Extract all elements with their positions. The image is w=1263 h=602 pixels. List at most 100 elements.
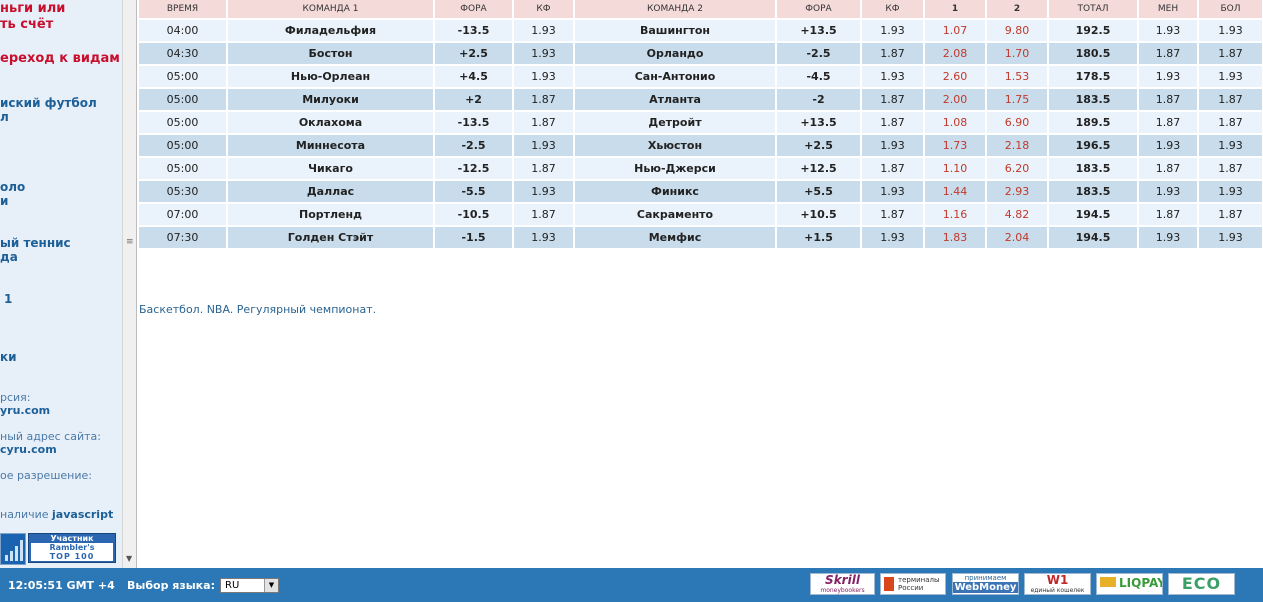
cell-win2[interactable]: 6.20 (986, 157, 1049, 181)
sidebar-item-formula-1[interactable]: 1 (4, 292, 12, 306)
cell-win2[interactable]: 2.18 (986, 134, 1049, 158)
cell-coef1[interactable]: 1.93 (513, 19, 575, 43)
cell-over[interactable]: 1.93 (1198, 134, 1263, 158)
cell-over[interactable]: 1.87 (1198, 111, 1263, 135)
payment-liqpay-logo[interactable]: LIQPAY (1096, 573, 1163, 595)
cell-handicap1[interactable]: +2 (434, 88, 514, 112)
sidebar-item-american-football[interactable]: иский футбол (0, 96, 97, 110)
cell-handicap2[interactable]: +2.5 (776, 134, 862, 158)
cell-under[interactable]: 1.93 (1138, 180, 1199, 204)
cell-handicap1[interactable]: -10.5 (434, 203, 514, 227)
cell-over[interactable]: 1.93 (1198, 65, 1263, 89)
cell-coef2[interactable]: 1.87 (861, 42, 925, 66)
sidebar-scrollbar[interactable]: ≡ ▼ (122, 0, 137, 568)
cell-win1[interactable]: 1.07 (924, 19, 987, 43)
cell-under[interactable]: 1.87 (1138, 88, 1199, 112)
cell-coef1[interactable]: 1.93 (513, 65, 575, 89)
payment-w1-logo[interactable]: W1 единый кошелек (1024, 573, 1091, 595)
cell-handicap2[interactable]: +5.5 (776, 180, 862, 204)
sidebar-item-table-tennis[interactable]: ый теннис (0, 236, 71, 250)
payment-terminals-logo[interactable]: терминалы России (880, 573, 946, 595)
cell-over[interactable]: 1.93 (1198, 180, 1263, 204)
payment-webmoney-logo[interactable]: принимаем WebMoney (952, 573, 1019, 595)
sidebar-link-deposit-2[interactable]: ть счёт (0, 18, 53, 32)
cell-win1[interactable]: 2.00 (924, 88, 987, 112)
cell-coef2[interactable]: 1.93 (861, 134, 925, 158)
cell-win1[interactable]: 1.83 (924, 226, 987, 250)
sidebar-link-deposit[interactable]: ньги или (0, 2, 65, 16)
cell-win1[interactable]: 2.60 (924, 65, 987, 89)
cell-coef1[interactable]: 1.87 (513, 157, 575, 181)
cell-over[interactable]: 1.87 (1198, 157, 1263, 181)
counter-badge[interactable] (0, 533, 26, 565)
cell-coef2[interactable]: 1.87 (861, 88, 925, 112)
cell-over[interactable]: 1.87 (1198, 88, 1263, 112)
cell-win2[interactable]: 2.93 (986, 180, 1049, 204)
sidebar-link-sports[interactable]: ереход к видам (0, 52, 120, 66)
cell-under[interactable]: 1.87 (1138, 42, 1199, 66)
cell-coef1[interactable]: 1.93 (513, 226, 575, 250)
address-site-link[interactable]: cyru.com (0, 443, 57, 456)
chevron-down-icon[interactable]: ▼ (264, 579, 278, 592)
cell-over[interactable]: 1.93 (1198, 19, 1263, 43)
cell-win1[interactable]: 1.73 (924, 134, 987, 158)
cell-under[interactable]: 1.93 (1138, 134, 1199, 158)
rambler-top100-badge[interactable]: Участник Rambler's TOP 100 (28, 533, 116, 563)
cell-handicap2[interactable]: +13.5 (776, 19, 862, 43)
sidebar-item-american-football-2[interactable]: л (0, 110, 9, 124)
cell-handicap1[interactable]: -2.5 (434, 134, 514, 158)
cell-over[interactable]: 1.93 (1198, 226, 1263, 250)
sidebar-item-polo[interactable]: оло (0, 180, 25, 194)
cell-win2[interactable]: 6.90 (986, 111, 1049, 135)
cell-handicap1[interactable]: +2.5 (434, 42, 514, 66)
cell-under[interactable]: 1.93 (1138, 19, 1199, 43)
cell-handicap1[interactable]: +4.5 (434, 65, 514, 89)
cell-coef2[interactable]: 1.93 (861, 226, 925, 250)
cell-coef1[interactable]: 1.87 (513, 88, 575, 112)
language-select[interactable]: RU ▼ (220, 578, 279, 593)
cell-under[interactable]: 1.87 (1138, 111, 1199, 135)
payment-skrill-logo[interactable]: Skrill moneybookers (810, 573, 875, 595)
cell-win2[interactable]: 2.04 (986, 226, 1049, 250)
sidebar-item-other[interactable]: ки (0, 350, 17, 364)
scroll-down-arrow-icon[interactable]: ▼ (126, 554, 132, 563)
cell-over[interactable]: 1.87 (1198, 42, 1263, 66)
cell-over[interactable]: 1.87 (1198, 203, 1263, 227)
cell-under[interactable]: 1.87 (1138, 203, 1199, 227)
cell-handicap2[interactable]: -2.5 (776, 42, 862, 66)
cell-handicap1[interactable]: -13.5 (434, 19, 514, 43)
cell-win2[interactable]: 1.70 (986, 42, 1049, 66)
cell-handicap1[interactable]: -12.5 (434, 157, 514, 181)
cell-handicap2[interactable]: -4.5 (776, 65, 862, 89)
cell-coef1[interactable]: 1.87 (513, 111, 575, 135)
sidebar-item-table-tennis-2[interactable]: да (0, 250, 18, 264)
cell-win2[interactable]: 9.80 (986, 19, 1049, 43)
cell-win2[interactable]: 1.53 (986, 65, 1049, 89)
cell-coef2[interactable]: 1.93 (861, 180, 925, 204)
payment-eco-logo[interactable]: ECO (1168, 573, 1235, 595)
cell-win1[interactable]: 2.08 (924, 42, 987, 66)
mirror-site-link[interactable]: yru.com (0, 404, 50, 417)
cell-coef2[interactable]: 1.87 (861, 111, 925, 135)
cell-under[interactable]: 1.93 (1138, 65, 1199, 89)
cell-coef2[interactable]: 1.93 (861, 19, 925, 43)
cell-win1[interactable]: 1.44 (924, 180, 987, 204)
cell-handicap2[interactable]: +1.5 (776, 226, 862, 250)
cell-win1[interactable]: 1.08 (924, 111, 987, 135)
cell-coef1[interactable]: 1.93 (513, 180, 575, 204)
cell-coef1[interactable]: 1.87 (513, 203, 575, 227)
cell-coef1[interactable]: 1.93 (513, 134, 575, 158)
scroll-thumb-grip-icon[interactable]: ≡ (126, 238, 134, 251)
cell-coef2[interactable]: 1.87 (861, 203, 925, 227)
cell-win2[interactable]: 1.75 (986, 88, 1049, 112)
sidebar-item-polo-2[interactable]: и (0, 194, 8, 208)
cell-coef2[interactable]: 1.87 (861, 157, 925, 181)
cell-handicap1[interactable]: -5.5 (434, 180, 514, 204)
cell-coef1[interactable]: 1.93 (513, 42, 575, 66)
cell-under[interactable]: 1.87 (1138, 157, 1199, 181)
cell-handicap1[interactable]: -13.5 (434, 111, 514, 135)
cell-win1[interactable]: 1.16 (924, 203, 987, 227)
cell-handicap2[interactable]: +12.5 (776, 157, 862, 181)
cell-handicap2[interactable]: +13.5 (776, 111, 862, 135)
cell-win2[interactable]: 4.82 (986, 203, 1049, 227)
